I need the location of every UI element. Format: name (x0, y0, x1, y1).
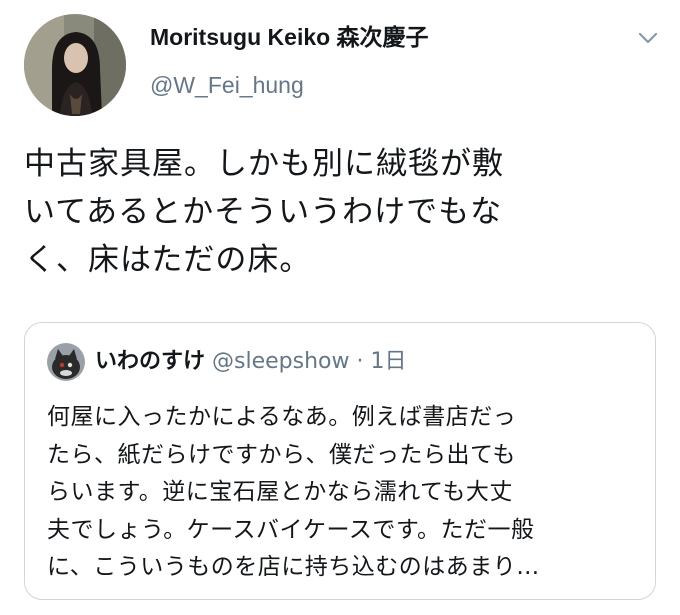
quoted-tweet-text: 何屋に入ったかによるなあ。例えば書店だっ たら、紙だらけですから、僕だったら出て… (47, 404, 540, 580)
cat-photo-icon (47, 343, 85, 381)
quoted-tweet-time[interactable]: 1日 (370, 349, 406, 374)
quoted-tweet-header: いわのすけ @sleepshow · 1日 (95, 345, 406, 379)
quoted-author-handle[interactable]: @sleepshow (212, 349, 349, 374)
author-display-name[interactable]: Moritsugu Keiko 森次慶子 (150, 22, 429, 52)
separator-dot: · (356, 349, 364, 374)
tweet-text: 中古家具屋。しかも別に絨毯が敷 いてあるとかそういうわけでもな く、床はただの床… (24, 146, 504, 278)
profile-photo-icon (24, 14, 126, 116)
quoted-author-name[interactable]: いわのすけ (95, 349, 205, 374)
quoted-tweet-card[interactable]: いわのすけ @sleepshow · 1日 何屋に入ったかによるなあ。例えば書店… (24, 322, 656, 600)
chevron-down-icon[interactable] (636, 28, 660, 48)
author-handle[interactable]: @W_Fei_hung (150, 70, 304, 100)
quoted-author-avatar[interactable] (47, 343, 85, 381)
author-avatar[interactable] (24, 14, 126, 116)
